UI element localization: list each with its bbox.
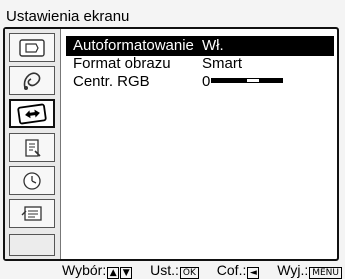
setting-label-rgb-center[interactable]: Centr. RGB [73, 73, 150, 91]
footer-confirm-label: Ust.: [150, 262, 179, 278]
down-key-icon: ▼ [120, 267, 133, 279]
setting-value-autoformat[interactable]: Wł. [202, 37, 224, 55]
picture-adjust-icon [19, 38, 45, 57]
footer-back: Cof.: ◄ [217, 262, 260, 279]
footer-confirm: Ust.: OK [150, 262, 199, 279]
footer-select-label: Wybór: [62, 262, 107, 278]
sidebar-item-sound[interactable] [9, 66, 55, 95]
ok-key-icon: OK [179, 267, 199, 279]
setup-icon [25, 138, 41, 157]
sidebar-item-setup[interactable] [9, 133, 55, 162]
menu-key-icon: MENU [309, 267, 343, 279]
footer-exit-label: Wyj.: [277, 262, 309, 278]
footer-back-label: Cof.: [216, 262, 247, 278]
sidebar-item-picture[interactable] [9, 33, 55, 62]
screen-control-icon [17, 103, 47, 124]
rgb-center-slider[interactable] [211, 78, 283, 83]
help-footer: Wybór: ▲ ▼ Ust.: OK Cof.: ◄ Wyj.: MENU [62, 262, 343, 279]
sidebar-item-screen[interactable] [9, 99, 55, 128]
setting-value-picture-format[interactable]: Smart [202, 55, 242, 73]
footer-exit: Wyj.: MENU [277, 262, 343, 279]
up-key-icon: ▲ [107, 267, 120, 279]
left-key-icon: ◄ [247, 267, 260, 279]
sidebar-item-pc[interactable] [9, 199, 55, 228]
setting-value-rgb-center[interactable]: 0 [202, 73, 210, 91]
menu-sidebar [5, 29, 61, 259]
timer-icon [23, 171, 41, 190]
pc-settings-icon [21, 205, 42, 221]
sound-icon [23, 71, 41, 90]
tv-menu-screen: Ustawienia ekranu Autoformatowanie Wł. F… [0, 0, 345, 279]
setting-label-autoformat[interactable]: Autoformatowanie [73, 37, 194, 55]
footer-select: Wybór: ▲ ▼ [62, 262, 133, 279]
setting-label-picture-format[interactable]: Format obrazu [73, 55, 171, 73]
slider-thumb[interactable] [246, 78, 260, 83]
menu-title: Ustawienia ekranu [6, 8, 130, 25]
sidebar-item-empty [9, 234, 55, 256]
sidebar-item-timer[interactable] [9, 166, 55, 195]
menu-frame: Autoformatowanie Wł. Format obrazu Smart… [3, 27, 339, 261]
